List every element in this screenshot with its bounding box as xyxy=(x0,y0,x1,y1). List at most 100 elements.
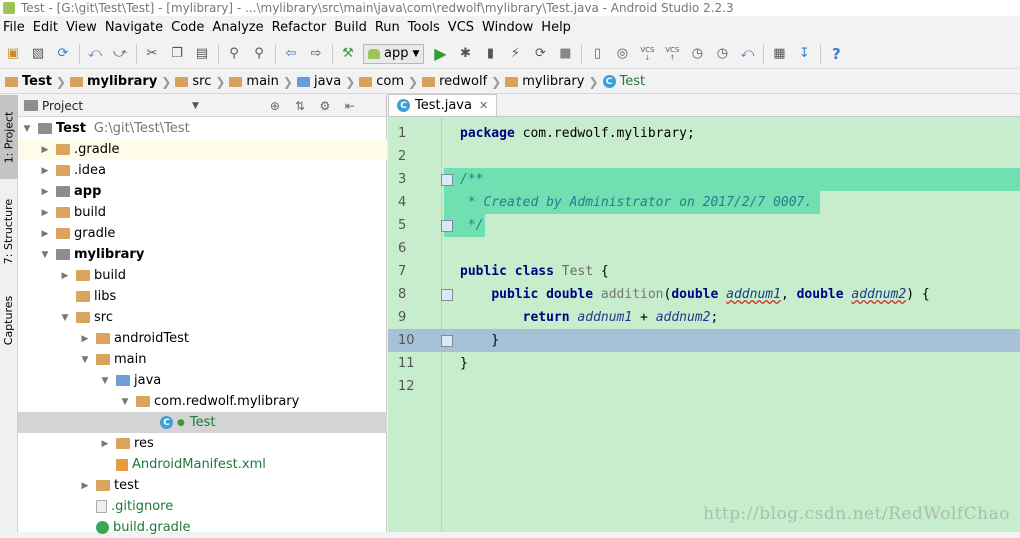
code-line[interactable]: 3 /** xyxy=(388,168,1020,191)
apply-changes-icon[interactable]: ⚡ xyxy=(505,44,525,64)
breadcrumb-src[interactable]: src ❯ xyxy=(175,74,225,89)
tree-row[interactable]: ▶ .gradle xyxy=(18,139,387,160)
vcs-revert-icon[interactable]: ⤺ xyxy=(737,44,757,64)
tree-row[interactable]: AndroidManifest.xml xyxy=(18,454,387,475)
save-icon[interactable]: ▧ xyxy=(28,44,48,64)
fold-marker-icon[interactable] xyxy=(441,288,453,301)
tree-row[interactable]: ▶ build xyxy=(18,265,387,286)
code-line-current[interactable]: 10 } xyxy=(388,329,1020,352)
menu-run[interactable]: Run xyxy=(372,20,405,35)
menu-refactor[interactable]: Refactor xyxy=(269,20,332,35)
code-line[interactable]: 6 xyxy=(388,237,1020,260)
menu-navigate[interactable]: Navigate xyxy=(102,20,168,35)
android-monitor-icon[interactable]: ◎ xyxy=(612,44,632,64)
breadcrumb-mylibrary-package[interactable]: mylibrary ❯ xyxy=(505,74,599,89)
editor-tab-test-java[interactable]: C Test.java ✕ xyxy=(388,94,498,116)
project-structure-icon[interactable]: ▦ xyxy=(769,44,789,64)
tree-row[interactable]: ▶ .idea xyxy=(18,160,387,181)
tree-row[interactable]: build.gradle xyxy=(18,517,387,538)
breadcrumb-mylibrary[interactable]: mylibrary ❯ xyxy=(69,74,171,89)
collapsed-arrow-icon[interactable]: ▶ xyxy=(80,481,90,491)
make-project-hammer-icon[interactable]: ⚒ xyxy=(338,44,358,64)
tree-row[interactable]: ▶ res xyxy=(18,433,387,454)
gear-icon[interactable]: ⚙ xyxy=(317,98,333,114)
tree-row[interactable]: ▼ Test G:\git\Test\Test xyxy=(18,118,387,139)
back-arrow-icon[interactable]: ⇦ xyxy=(281,44,301,64)
collapsed-arrow-icon[interactable]: ▶ xyxy=(40,187,50,197)
expanded-arrow-icon[interactable]: ▼ xyxy=(120,397,130,407)
breadcrumb-main[interactable]: main ❯ xyxy=(229,74,293,89)
collapse-all-icon[interactable]: ⇅ xyxy=(292,98,308,114)
sdk-manager-icon[interactable]: ↧ xyxy=(794,44,814,64)
find-icon[interactable]: ⚲ xyxy=(224,44,244,64)
collapsed-arrow-icon[interactable]: ▶ xyxy=(40,229,50,239)
tree-row[interactable]: ▼ mylibrary xyxy=(18,244,387,265)
menu-tools[interactable]: Tools xyxy=(405,20,445,35)
tree-row[interactable]: ▼ com.redwolf.mylibrary xyxy=(18,391,387,412)
tool-tab-structure[interactable]: 7: Structure xyxy=(0,189,18,273)
sync-icon[interactable]: ⟳ xyxy=(53,44,73,64)
expanded-arrow-icon[interactable]: ▼ xyxy=(22,124,32,134)
forward-arrow-icon[interactable]: ⇨ xyxy=(306,44,326,64)
code-line[interactable]: 8 public double addition(double addnum1,… xyxy=(388,283,1020,306)
vcs-update-icon[interactable]: VCS ↓ xyxy=(637,44,657,64)
tree-row[interactable]: ▼ main xyxy=(18,349,387,370)
expanded-arrow-icon[interactable]: ▼ xyxy=(80,355,90,365)
hide-panel-icon[interactable]: ⇤ xyxy=(342,98,358,114)
collapsed-arrow-icon[interactable]: ▶ xyxy=(80,334,90,344)
fold-marker-icon[interactable] xyxy=(441,334,453,347)
code-line[interactable]: 9 return addnum1 + addnum2; xyxy=(388,306,1020,329)
attach-debugger-icon[interactable]: ▮ xyxy=(480,44,500,64)
menu-build[interactable]: Build xyxy=(331,20,372,35)
undo-icon[interactable]: ⤺ xyxy=(85,44,105,64)
breadcrumb-com[interactable]: com ❯ xyxy=(359,74,418,89)
menu-window[interactable]: Window xyxy=(479,20,538,35)
breadcrumb-test-class[interactable]: C Test xyxy=(602,74,645,89)
collapsed-arrow-icon[interactable]: ▶ xyxy=(40,145,50,155)
expanded-arrow-icon[interactable]: ▼ xyxy=(100,376,110,386)
replace-icon[interactable]: ⚲ xyxy=(249,44,269,64)
breadcrumb-test[interactable]: Test ❯ xyxy=(5,74,66,89)
code-line[interactable]: 1 package com.redwolf.mylibrary; xyxy=(388,122,1020,145)
breadcrumb-java[interactable]: java ❯ xyxy=(296,74,355,89)
tree-row[interactable]: libs xyxy=(18,286,387,307)
open-folder-icon[interactable]: ▣ xyxy=(3,44,23,64)
code-line[interactable]: 7 public class Test { xyxy=(388,260,1020,283)
code-line[interactable]: 11 } xyxy=(388,352,1020,375)
menu-help[interactable]: Help xyxy=(538,20,576,35)
code-line[interactable]: 4 * Created by Administrator on 2017/2/7… xyxy=(388,191,1020,214)
chevron-down-icon[interactable]: ▼ xyxy=(192,101,199,111)
menu-view[interactable]: View xyxy=(63,20,102,35)
tree-row[interactable]: ▼ java xyxy=(18,370,387,391)
stop-icon[interactable]: ■ xyxy=(555,44,575,64)
tree-row[interactable]: ▶ app xyxy=(18,181,387,202)
tree-row[interactable]: .gitignore xyxy=(18,496,387,517)
breadcrumb-redwolf[interactable]: redwolf ❯ xyxy=(422,74,501,89)
menu-edit[interactable]: Edit xyxy=(30,20,63,35)
code-line[interactable]: 12 xyxy=(388,375,1020,398)
close-icon[interactable]: ✕ xyxy=(479,99,488,112)
tree-row[interactable]: ▼ src xyxy=(18,307,387,328)
menu-analyze[interactable]: Analyze xyxy=(209,20,268,35)
collapsed-arrow-icon[interactable]: ▶ xyxy=(60,271,70,281)
tree-row[interactable]: ▶ test xyxy=(18,475,387,496)
code-line[interactable]: 5 */ xyxy=(388,214,1020,237)
project-view-selector[interactable]: Project xyxy=(42,99,192,113)
paste-icon[interactable]: ▤ xyxy=(192,44,212,64)
fold-marker-icon[interactable] xyxy=(441,219,453,232)
tree-row[interactable]: C ● Test xyxy=(18,412,387,433)
collapsed-arrow-icon[interactable]: ▶ xyxy=(40,166,50,176)
fold-marker-icon[interactable] xyxy=(441,173,453,186)
expanded-arrow-icon[interactable]: ▼ xyxy=(60,313,70,323)
tool-tab-project[interactable]: 1: Project xyxy=(0,95,18,179)
cut-icon[interactable]: ✂ xyxy=(142,44,162,64)
scroll-from-source-icon[interactable]: ⊕ xyxy=(267,98,283,114)
copy-icon[interactable]: ❐ xyxy=(167,44,187,64)
menu-vcs[interactable]: VCS xyxy=(445,20,479,35)
tool-tab-captures[interactable]: Captures xyxy=(0,285,18,355)
rerun-icon[interactable]: ⟳ xyxy=(530,44,550,64)
vcs-commit-icon[interactable]: VCS ↑ xyxy=(662,44,682,64)
menu-code[interactable]: Code xyxy=(168,20,209,35)
vcs-compare-icon[interactable]: ◷ xyxy=(712,44,732,64)
menu-file[interactable]: File xyxy=(0,20,30,35)
